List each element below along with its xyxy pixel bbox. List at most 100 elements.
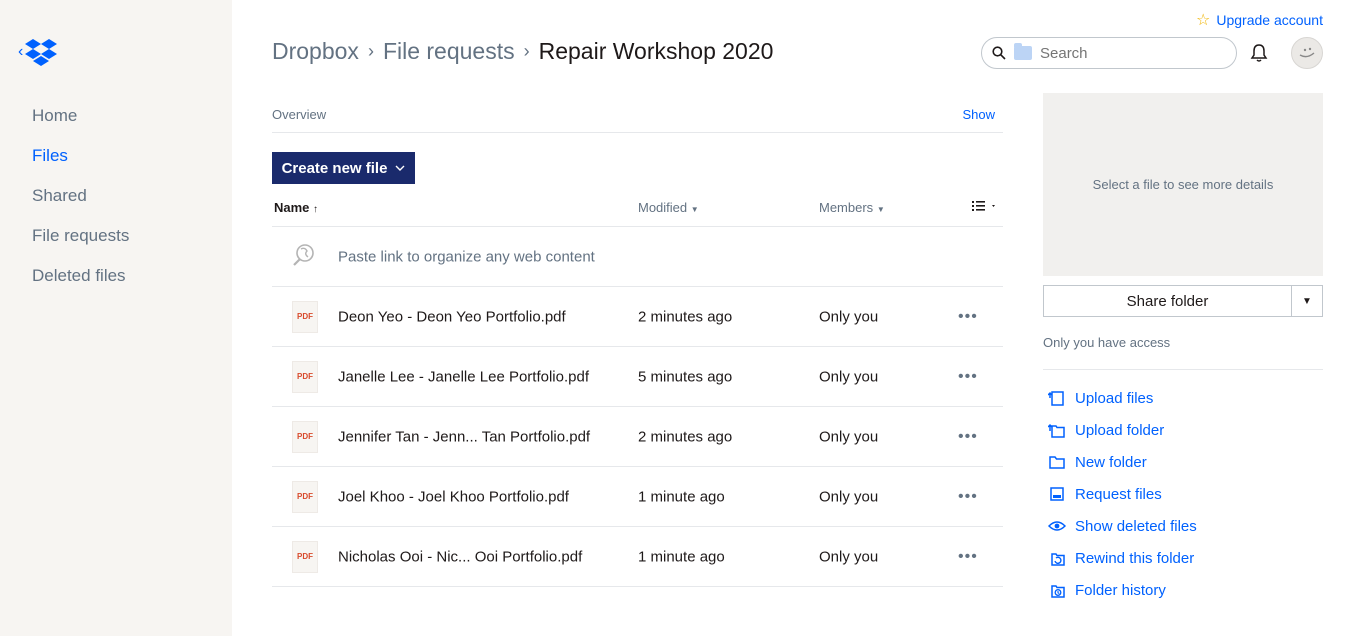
pdf-file-icon: PDF [292,480,318,513]
folder-icon [1049,456,1065,469]
search-bar[interactable] [981,37,1237,69]
dropbox-icon [25,39,58,66]
sidebar-nav: Home Files Shared File requests Deleted … [32,104,129,304]
caret-down-icon: ▼ [876,205,885,214]
more-options-icon[interactable]: ••• [958,428,978,446]
rewind-folder-action[interactable]: Rewind this folder [1048,542,1197,574]
folder-history-label: Folder history [1075,581,1166,599]
sidebar: ‹ Home Files Shared File requests Delete… [0,0,232,636]
list-view-icon [972,201,995,211]
table-row[interactable]: PDF Jennifer Tan - Jenn... Tan Portfolio… [272,407,1003,467]
chevron-down-icon [395,165,405,171]
share-folder-button[interactable]: Share folder [1043,285,1292,317]
new-folder-action[interactable]: New folder [1048,446,1197,478]
eye-icon [1048,521,1066,531]
sidebar-item-shared[interactable]: Shared [32,184,129,224]
sidebar-item-file-requests[interactable]: File requests [32,224,129,264]
star-icon: ☆ [1196,12,1211,29]
upload-files-action[interactable]: Upload files [1048,382,1197,414]
new-folder-label: New folder [1075,453,1147,471]
rewind-folder-label: Rewind this folder [1075,549,1195,567]
details-preview-panel: Select a file to see more details [1043,93,1323,276]
view-options-button[interactable] [972,200,998,215]
column-header-modified[interactable]: Modified ▼ [638,200,699,215]
file-modified: 1 minute ago [638,548,725,565]
file-table: Name ↑ Modified ▼ Members ▼ Paste link t… [272,190,1003,587]
file-modified: 2 minutes ago [638,428,733,445]
show-deleted-files-label: Show deleted files [1075,517,1197,535]
rewind-icon [1051,553,1065,566]
pdf-file-icon: PDF [292,540,318,573]
caret-down-icon: ▼ [690,205,699,214]
request-files-action[interactable]: Request files [1048,478,1197,510]
pdf-file-icon: PDF [292,420,318,453]
more-options-icon[interactable]: ••• [958,308,978,326]
more-options-icon[interactable]: ••• [958,488,978,506]
column-header-modified-label: Modified [638,200,688,215]
breadcrumb-file-requests[interactable]: File requests [383,38,515,65]
column-header-name-label: Name [274,200,310,215]
chevron-right-icon: › [367,41,374,61]
file-name[interactable]: Janelle Lee - Janelle Lee Portfolio.pdf [338,368,589,385]
access-status: Only you have access [1043,335,1171,350]
sidebar-item-deleted-files[interactable]: Deleted files [32,264,129,304]
search-icon [992,46,1006,60]
file-modified: 1 minute ago [638,488,725,505]
file-name[interactable]: Deon Yeo - Deon Yeo Portfolio.pdf [338,308,566,325]
column-header-members[interactable]: Members ▼ [819,200,885,215]
table-row[interactable]: PDF Nicholas Ooi - Nic... Ooi Portfolio.… [272,527,1003,587]
share-options-dropdown[interactable]: ▼ [1292,285,1323,317]
folder-icon [1014,43,1032,60]
more-options-icon[interactable]: ••• [958,548,978,566]
file-name[interactable]: Jennifer Tan - Jenn... Tan Portfolio.pdf [338,428,590,445]
search-input[interactable] [1040,44,1210,62]
file-name[interactable]: Joel Khoo - Joel Khoo Portfolio.pdf [338,488,569,505]
create-new-file-button[interactable]: Create new file [272,152,415,184]
pdf-file-icon: PDF [292,360,318,393]
folder-history-action[interactable]: Folder history [1048,574,1197,606]
more-options-icon[interactable]: ••• [958,368,978,386]
upload-folder-icon [1048,423,1065,438]
overview-show-link[interactable]: Show [962,107,995,122]
file-members: Only you [819,548,879,565]
caret-down-icon: ▼ [1302,295,1312,307]
table-header: Name ↑ Modified ▼ Members ▼ [272,190,1003,227]
column-header-name[interactable]: Name ↑ [274,200,318,215]
show-deleted-files-action[interactable]: Show deleted files [1048,510,1197,542]
file-modified: 5 minutes ago [638,368,733,385]
sort-ascending-icon: ↑ [313,204,319,215]
table-row[interactable]: PDF Joel Khoo - Joel Khoo Portfolio.pdf … [272,467,1003,527]
details-placeholder: Select a file to see more details [1092,177,1274,192]
upload-folder-action[interactable]: Upload folder [1048,414,1197,446]
table-row[interactable]: PDF Janelle Lee - Janelle Lee Portfolio.… [272,347,1003,407]
paste-link-text: Paste link to organize any web content [338,248,595,265]
share-folder-group: Share folder ▼ [1043,285,1323,317]
user-face-icon [1299,47,1315,58]
create-new-file-label: Create new file [281,159,388,177]
notifications-bell-icon[interactable] [1249,43,1269,68]
chevron-left-icon[interactable]: ‹ [18,43,23,61]
sidebar-item-home[interactable]: Home [32,104,129,144]
upgrade-account-link[interactable]: ☆ Upgrade account [1196,10,1323,30]
page-title: Repair Workshop 2020 [538,38,774,64]
overview-label: Overview [272,106,327,122]
file-members: Only you [819,488,879,505]
paste-link-row[interactable]: Paste link to organize any web content [272,227,1003,287]
table-row[interactable]: PDF Deon Yeo - Deon Yeo Portfolio.pdf 2 … [272,287,1003,347]
avatar[interactable] [1291,37,1323,69]
upload-files-label: Upload files [1075,389,1154,407]
upload-file-icon [1048,391,1064,406]
folder-actions: Upload files Upload folder New folder Re… [1048,382,1197,606]
breadcrumb-dropbox[interactable]: Dropbox [272,38,359,65]
breadcrumb: Dropbox › File requests › Repair Worksho… [272,38,773,65]
history-icon [1051,585,1065,598]
request-files-icon [1050,487,1064,501]
divider [1043,369,1323,370]
sidebar-item-files[interactable]: Files [32,144,129,184]
chevron-right-icon: › [523,41,530,61]
file-members: Only you [819,368,879,385]
web-link-icon [292,243,316,271]
upload-folder-label: Upload folder [1075,421,1165,439]
file-name[interactable]: Nicholas Ooi - Nic... Ooi Portfolio.pdf [338,548,582,565]
dropbox-logo[interactable]: ‹ [18,38,58,66]
